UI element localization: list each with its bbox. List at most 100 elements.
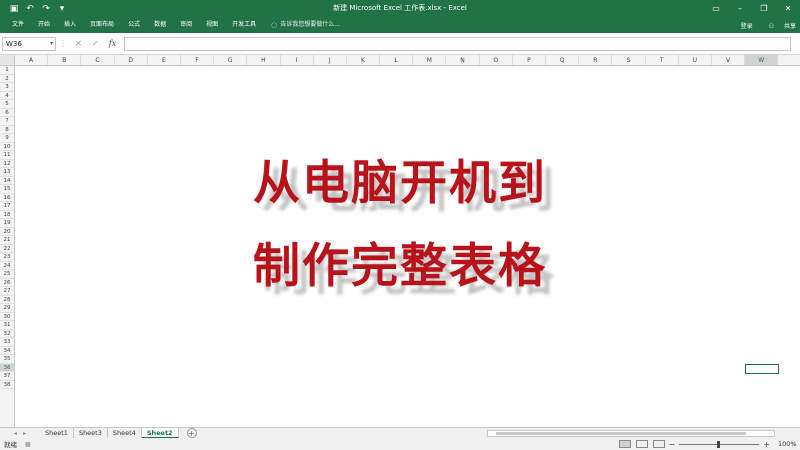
column-header[interactable]: N [446, 55, 480, 65]
row-header[interactable]: 17 [0, 202, 14, 211]
column-header[interactable]: U [679, 55, 712, 65]
enter-icon[interactable]: ✓ [87, 39, 104, 48]
horizontal-scrollbar[interactable] [487, 430, 775, 437]
column-header[interactable]: S [612, 55, 646, 65]
next-sheet-icon[interactable]: ▸ [23, 430, 26, 437]
column-header[interactable]: Q [546, 55, 580, 65]
row-header[interactable]: 20 [0, 228, 14, 236]
zoom-in-icon[interactable]: + [763, 440, 770, 449]
row-header[interactable]: 32 [0, 330, 14, 338]
row-header[interactable]: 8 [0, 126, 14, 134]
redo-icon[interactable]: ↷ [38, 0, 54, 17]
macro-record-icon[interactable]: ▦ [25, 441, 31, 448]
row-header[interactable]: 38 [0, 381, 14, 389]
row-header[interactable]: 31 [0, 321, 14, 330]
sheet-tab-sheet2[interactable]: Sheet2 [141, 428, 179, 438]
column-header[interactable]: C [81, 55, 115, 65]
row-header[interactable]: 15 [0, 185, 14, 194]
scrollbar-thumb[interactable] [496, 432, 746, 435]
sheet-tab-sheet4[interactable]: Sheet4 [108, 428, 142, 438]
row-header[interactable]: 25 [0, 270, 14, 279]
tab-home[interactable]: 开始 [31, 17, 57, 33]
zoom-out-icon[interactable]: − [669, 440, 676, 449]
sheet-tab-sheet3[interactable]: Sheet3 [74, 428, 108, 438]
row-header[interactable]: 13 [0, 168, 14, 177]
row-header[interactable]: 33 [0, 338, 14, 347]
column-header[interactable]: P [513, 55, 546, 65]
tab-file[interactable]: 文件 [5, 17, 31, 33]
column-header[interactable]: B [48, 55, 82, 65]
column-header[interactable]: E [148, 55, 181, 65]
row-header[interactable]: 14 [0, 177, 14, 185]
page-break-view-icon[interactable] [652, 440, 665, 448]
row-header[interactable]: 12 [0, 160, 14, 168]
zoom-slider[interactable] [679, 440, 760, 448]
column-header[interactable]: G [214, 55, 248, 65]
add-sheet-icon[interactable]: + [186, 428, 197, 438]
formula-input[interactable] [124, 36, 791, 51]
share-button[interactable]: ⚇ 共享 [761, 21, 796, 30]
column-header[interactable]: I [281, 55, 314, 65]
row-header[interactable]: 4 [0, 92, 14, 100]
row-header[interactable]: 23 [0, 253, 14, 262]
normal-view-icon[interactable] [618, 440, 631, 448]
prev-sheet-icon[interactable]: ◂ [14, 430, 17, 437]
tab-view[interactable]: 视图 [199, 17, 225, 33]
column-header[interactable]: H [247, 55, 281, 65]
signin-link[interactable]: 登录 [741, 21, 753, 30]
row-header[interactable]: 18 [0, 211, 14, 219]
customize-icon[interactable]: ▾ [54, 0, 70, 17]
tab-page-layout[interactable]: 页面布局 [83, 17, 121, 33]
column-header[interactable]: M [413, 55, 447, 65]
tab-review[interactable]: 审阅 [173, 17, 199, 33]
row-header[interactable]: 3 [0, 83, 14, 92]
column-header[interactable]: L [380, 55, 414, 65]
column-header[interactable]: R [579, 55, 613, 65]
column-header[interactable]: A [15, 55, 49, 65]
zoom-level[interactable]: 100% [778, 440, 798, 448]
row-header[interactable]: 11 [0, 151, 14, 160]
row-header[interactable]: 21 [0, 236, 14, 245]
chevron-down-icon[interactable]: ▾ [50, 38, 53, 50]
column-header[interactable]: W [745, 55, 779, 65]
minimize-icon[interactable]: – [728, 0, 752, 17]
row-header[interactable]: 5 [0, 100, 14, 109]
tab-data[interactable]: 数据 [147, 17, 173, 33]
sheet-tab-sheet1[interactable]: Sheet1 [40, 428, 74, 438]
cell-area[interactable] [15, 66, 800, 427]
tab-formulas[interactable]: 公式 [121, 17, 147, 33]
selected-cell[interactable] [745, 363, 780, 374]
row-header[interactable]: 36 [0, 363, 14, 372]
row-header[interactable]: 6 [0, 109, 14, 117]
tell-me-box[interactable]: ◌ 告诉我您想要做什么... [263, 17, 340, 33]
zoom-slider-knob[interactable] [717, 440, 721, 448]
close-icon[interactable]: ✕ [776, 0, 800, 17]
row-header[interactable]: 22 [0, 245, 14, 253]
column-header[interactable]: D [115, 55, 148, 65]
row-header[interactable]: 19 [0, 219, 14, 228]
restore-ribbon-icon[interactable]: ▭ [704, 0, 728, 17]
row-header[interactable]: 35 [0, 355, 14, 364]
column-header[interactable]: O [480, 55, 513, 65]
row-header[interactable]: 26 [0, 279, 14, 287]
row-header[interactable]: 16 [0, 194, 14, 202]
column-header[interactable]: V [712, 55, 746, 65]
maximize-icon[interactable]: ❐ [752, 0, 776, 17]
column-header[interactable]: T [646, 55, 679, 65]
row-header[interactable]: 10 [0, 143, 14, 151]
insert-function-icon[interactable]: fx [104, 39, 121, 48]
tab-insert[interactable]: 插入 [57, 17, 83, 33]
row-header[interactable]: 34 [0, 347, 14, 355]
column-header[interactable]: J [314, 55, 347, 65]
row-header[interactable]: 27 [0, 287, 14, 296]
undo-icon[interactable]: ↶ [22, 0, 38, 17]
row-header[interactable]: 9 [0, 134, 14, 143]
row-header[interactable]: 37 [0, 372, 14, 381]
column-header[interactable]: F [181, 55, 215, 65]
page-layout-view-icon[interactable] [635, 440, 648, 448]
column-header[interactable]: K [347, 55, 381, 65]
row-header[interactable]: 29 [0, 304, 14, 313]
row-header[interactable]: 7 [0, 117, 14, 126]
tab-developer[interactable]: 开发工具 [225, 17, 263, 33]
row-header[interactable]: 30 [0, 313, 14, 321]
